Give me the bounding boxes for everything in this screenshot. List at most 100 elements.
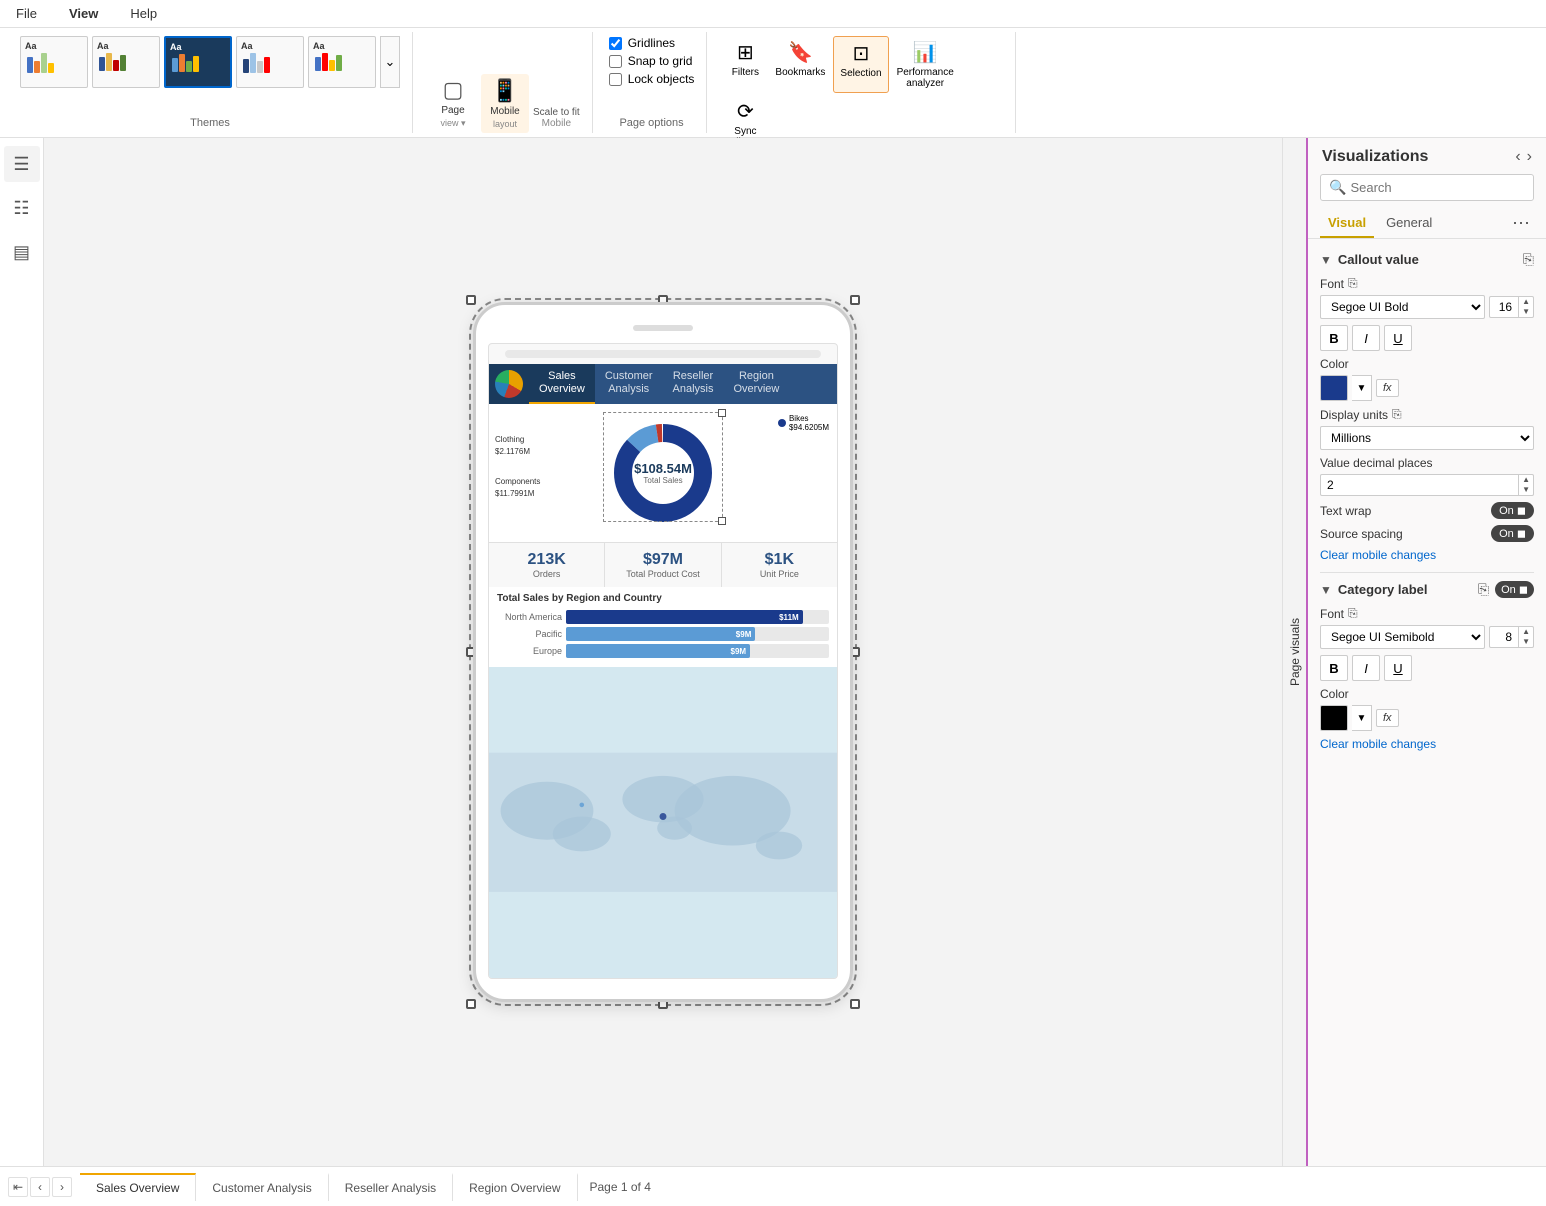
category-font-size-down[interactable]: ▼ <box>1519 637 1533 647</box>
bookmarks-btn[interactable]: 🔖 Bookmarks <box>769 36 831 93</box>
nav-tab-customer[interactable]: CustomerAnalysis <box>595 364 663 404</box>
callout-color-swatch[interactable] <box>1320 375 1348 401</box>
menu-view[interactable]: View <box>61 4 106 23</box>
category-clear-link[interactable]: Clear mobile changes <box>1320 737 1534 751</box>
callout-font-size-up[interactable]: ▲ <box>1519 297 1533 307</box>
logo-circle <box>495 370 523 398</box>
kpi-orders: 213K Orders <box>489 543 605 587</box>
callout-copy-btn[interactable]: ⎘ <box>1523 251 1534 268</box>
page-tab-region[interactable]: Region Overview <box>453 1173 577 1201</box>
callout-fx-btn[interactable]: fx <box>1376 379 1399 397</box>
category-italic-btn[interactable]: I <box>1352 655 1380 681</box>
gridlines-checkbox[interactable]: Gridlines <box>609 36 695 50</box>
handle-br[interactable] <box>850 999 860 1009</box>
donut-chart: $108.54M Total Sales <box>608 418 718 528</box>
tab-visual[interactable]: Visual <box>1320 209 1374 238</box>
category-underline-btn[interactable]: U <box>1384 655 1412 681</box>
nav-tab-sales[interactable]: SalesOverview <box>529 364 595 404</box>
left-nav-data[interactable]: ☷ <box>4 190 40 226</box>
sync-slicers-icon: ⟳ <box>737 99 754 124</box>
ribbon-page-options-section: Gridlines Snap to grid Lock objects Page… <box>597 32 708 133</box>
panel-expand-btn[interactable]: › <box>1527 148 1532 166</box>
performance-analyzer-btn[interactable]: 📊 Performanceanalyzer <box>891 36 960 93</box>
category-color-swatch[interactable] <box>1320 705 1348 731</box>
theme-item-5[interactable]: Aa <box>308 36 376 88</box>
page-tab-sales[interactable]: Sales Overview <box>80 1173 196 1201</box>
category-color-dropdown[interactable]: ▼ <box>1352 705 1372 731</box>
themes-expand-btn[interactable]: ⌄ <box>380 36 400 88</box>
model-icon: ▤ <box>13 242 30 263</box>
lock-objects-checkbox[interactable]: Lock objects <box>609 72 695 86</box>
category-font-size-up[interactable]: ▲ <box>1519 627 1533 637</box>
panel-more-btn[interactable]: ⋯ <box>1508 209 1534 238</box>
page-view-btn[interactable]: ▢ Page view ▾ <box>429 73 477 133</box>
display-units-copy[interactable]: ⎘ <box>1392 407 1402 422</box>
bar-na-fill: $11M <box>566 610 803 624</box>
text-wrap-toggle[interactable]: On ◼ <box>1491 502 1534 519</box>
bar-chart-area: Total Sales by Region and Country North … <box>489 587 837 667</box>
decimal-down[interactable]: ▼ <box>1519 485 1533 495</box>
nav-tab-reseller[interactable]: ResellerAnalysis <box>663 364 724 404</box>
callout-font-copy[interactable]: ⎘ <box>1348 276 1358 291</box>
bar-chart-title: Total Sales by Region and Country <box>497 593 829 604</box>
mobile-layout-sublabel: layout <box>493 119 517 129</box>
callout-bold-btn[interactable]: B <box>1320 325 1348 351</box>
decimal-arrows: ▲ ▼ <box>1518 475 1533 495</box>
scale-to-fit-btn[interactable]: Scale to fit <box>533 107 580 118</box>
decimal-up[interactable]: ▲ <box>1519 475 1533 485</box>
callout-underline-btn[interactable]: U <box>1384 325 1412 351</box>
page-prev-btn[interactable]: ‹ <box>30 1177 50 1197</box>
handle-tl[interactable] <box>466 295 476 305</box>
category-label-toggle[interactable]: On ◼ <box>1495 581 1534 598</box>
bar-europe-value: $9M <box>731 647 747 656</box>
theme-item-1[interactable]: Aa <box>20 36 88 88</box>
callout-font-select[interactable]: Segoe UI Bold <box>1320 295 1485 319</box>
search-input[interactable] <box>1350 180 1526 195</box>
theme-item-4[interactable]: Aa <box>236 36 304 88</box>
category-bold-btn[interactable]: B <box>1320 655 1348 681</box>
category-copy-btn[interactable]: ⎘ <box>1478 581 1489 598</box>
category-fx-btn[interactable]: fx <box>1376 709 1399 727</box>
callout-clear-link[interactable]: Clear mobile changes <box>1320 548 1534 562</box>
tab-general[interactable]: General <box>1378 209 1440 238</box>
panel-collapse-btn[interactable]: ‹ <box>1515 148 1520 166</box>
bookmarks-label: Bookmarks <box>775 67 825 78</box>
display-units-select[interactable]: Millions <box>1320 426 1534 450</box>
page-tab-reseller[interactable]: Reseller Analysis <box>329 1173 453 1201</box>
left-nav-report[interactable]: ☰ <box>4 146 40 182</box>
themes-grid: Aa Aa <box>20 36 400 88</box>
page-first-btn[interactable]: ⇤ <box>8 1177 28 1197</box>
ribbon: Aa Aa <box>0 28 1546 138</box>
callout-value-title: Callout value <box>1338 252 1517 267</box>
handle-bl[interactable] <box>466 999 476 1009</box>
mobile-layout-icon: 📱 <box>491 78 518 104</box>
callout-italic-btn[interactable]: I <box>1352 325 1380 351</box>
callout-chevron[interactable]: ▼ <box>1320 253 1332 267</box>
left-nav-model[interactable]: ▤ <box>4 234 40 270</box>
category-chevron[interactable]: ▼ <box>1320 583 1332 597</box>
callout-font-size-down[interactable]: ▼ <box>1519 307 1533 317</box>
chart-legend: Bikes$94.6205M <box>778 414 829 435</box>
mobile-layout-label: Mobile <box>490 106 519 117</box>
page-next-btn[interactable]: › <box>52 1177 72 1197</box>
mobile-layout-btn[interactable]: 📱 Mobile layout <box>481 74 529 133</box>
category-font-select[interactable]: Segoe UI Semibold <box>1320 625 1485 649</box>
page-tab-customer[interactable]: Customer Analysis <box>196 1173 328 1201</box>
search-box: 🔍 <box>1320 174 1534 201</box>
menu-file[interactable]: File <box>8 4 45 23</box>
page-visuals-tab[interactable]: Page visuals <box>1282 138 1306 1166</box>
category-font-row: Segoe UI Semibold 8 ▲ ▼ <box>1320 625 1534 649</box>
category-font-copy[interactable]: ⎘ <box>1348 606 1358 621</box>
selection-btn[interactable]: ⊡ Selection <box>833 36 888 93</box>
filters-btn[interactable]: ⊞ Filters <box>723 36 767 93</box>
snap-to-grid-checkbox[interactable]: Snap to grid <box>609 54 695 68</box>
data-icon: ☷ <box>13 198 29 219</box>
handle-tr[interactable] <box>850 295 860 305</box>
report-icon: ☰ <box>13 154 29 175</box>
nav-tab-region[interactable]: RegionOverview <box>724 364 790 404</box>
theme-item-2[interactable]: Aa <box>92 36 160 88</box>
theme-item-3[interactable]: Aa <box>164 36 232 88</box>
menu-help[interactable]: Help <box>122 4 165 23</box>
callout-color-dropdown[interactable]: ▼ <box>1352 375 1372 401</box>
source-spacing-toggle[interactable]: On ◼ <box>1491 525 1534 542</box>
